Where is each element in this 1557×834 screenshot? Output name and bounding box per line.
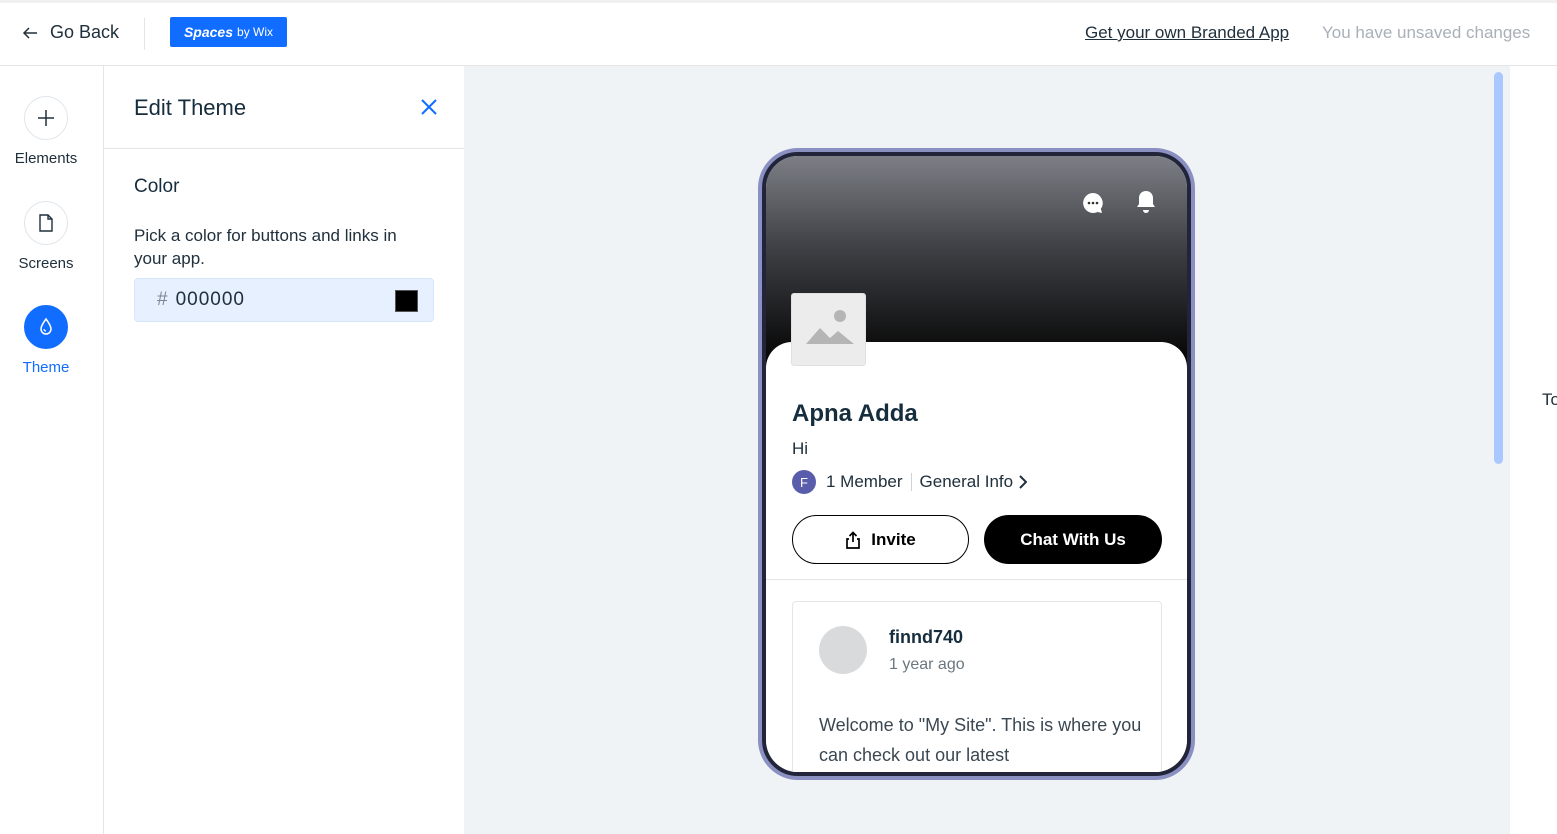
image-placeholder-icon [806,310,854,344]
chat-with-us-button[interactable]: Chat With Us [984,515,1162,564]
rail-label-theme: Theme [22,359,70,376]
hash-prefix: # [157,289,168,310]
brand-sub: by Wix [237,25,274,39]
invite-button[interactable]: Invite [792,515,969,564]
rail-button-elements[interactable] [24,96,68,140]
chat-bubble-icon[interactable] [1081,191,1105,215]
post-author-avatar [819,626,867,674]
post-text: Welcome to "My Site". This is where you … [819,715,1142,765]
document-icon [39,214,53,232]
color-hex-input[interactable]: # 000000 [134,278,434,322]
rail-item-theme[interactable]: Theme [0,305,92,376]
group-description: Hi [792,439,809,458]
rail-item-screens[interactable]: Screens [0,201,92,272]
phone-screen: Apna Adda Hi F 1 Member General Info Inv… [766,156,1187,772]
hex-value[interactable]: 000000 [176,289,245,311]
post-author[interactable]: finnd740 [889,627,963,648]
top-divider [144,18,145,50]
arrow-left-icon [22,26,37,39]
spaces-by-wix-logo: Spaces by Wix [170,17,287,47]
phone-frame: Apna Adda Hi F 1 Member General Info Inv… [758,148,1195,780]
general-info-label: General Info [919,472,1014,491]
group-card: Apna Adda Hi F 1 Member General Info Inv… [766,342,1187,772]
invite-label: Invite [871,529,916,549]
canvas-scrollbar[interactable] [1494,72,1503,464]
brand-main: Spaces [183,24,234,40]
go-back-label: Go Back [50,22,120,42]
member-avatar: F [792,470,816,494]
top-bar: Go Back Spaces by Wix Get your own Brand… [0,0,1557,66]
rail-button-theme[interactable] [24,305,68,349]
rail-item-elements[interactable]: Elements [0,96,92,167]
chevron-right-icon [1019,475,1028,489]
unsaved-status: You have unsaved changes [1322,23,1531,42]
general-info-link[interactable]: General Info [920,472,1028,492]
close-icon[interactable] [419,97,439,117]
edit-theme-panel: Edit Theme Color Pick a color for button… [104,66,464,834]
go-back-button[interactable]: Go Back [22,22,119,43]
rail-button-screens[interactable] [24,201,68,245]
group-avatar-placeholder[interactable] [791,293,866,366]
meta-divider [910,473,912,491]
member-count[interactable]: 1 Member [826,472,903,492]
bell-icon[interactable] [1134,189,1158,215]
plus-icon [38,110,54,126]
color-section-desc: Pick a color for buttons and links in yo… [134,226,397,268]
color-swatch[interactable] [395,290,418,312]
droplet-icon [40,317,52,335]
left-rail: Elements Screens Theme [0,66,104,834]
share-icon [846,530,861,549]
post-card[interactable]: finnd740 1 year ago Welcome to "My Site"… [792,601,1162,772]
rail-label-screens: Screens [18,255,74,272]
rail-label-elements: Elements [14,150,78,167]
card-divider [766,579,1187,580]
group-name: Apna Adda [792,400,918,427]
panel-title: Edit Theme [134,95,247,120]
post-time: 1 year ago [889,656,965,673]
branded-app-link[interactable]: Get your own Branded App [1085,23,1289,43]
panel-header: Edit Theme [104,66,464,149]
group-meta-row: F 1 Member General Info [792,470,1028,494]
right-edge-text: To [1542,390,1557,409]
color-section-title: Color [134,176,180,197]
